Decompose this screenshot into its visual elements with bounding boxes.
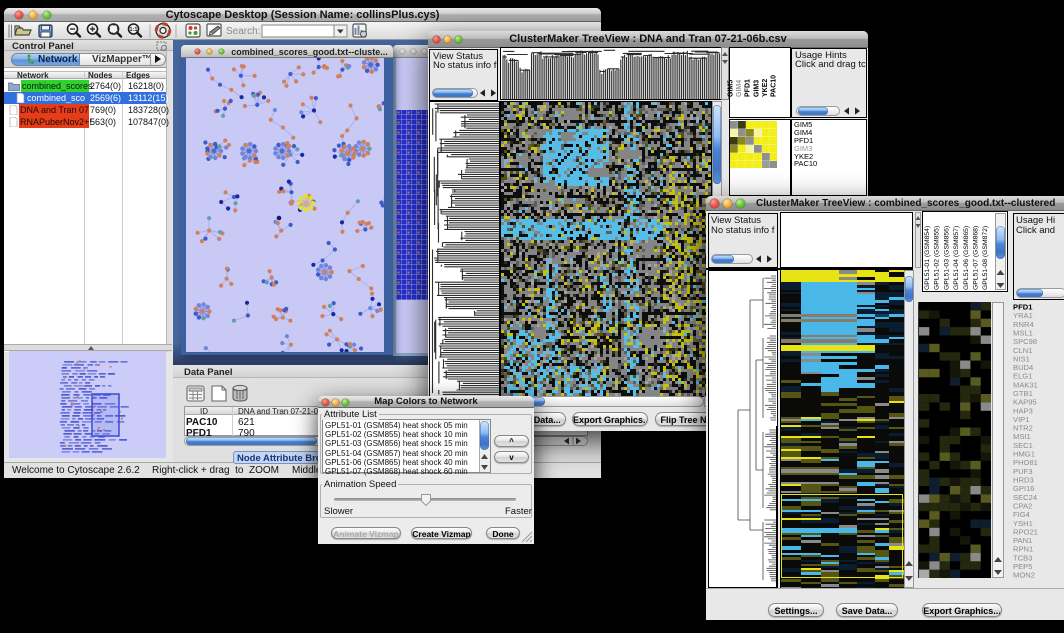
svg-text:Search:: Search: [226, 26, 260, 37]
svg-text:1:1: 1:1 [130, 27, 138, 33]
